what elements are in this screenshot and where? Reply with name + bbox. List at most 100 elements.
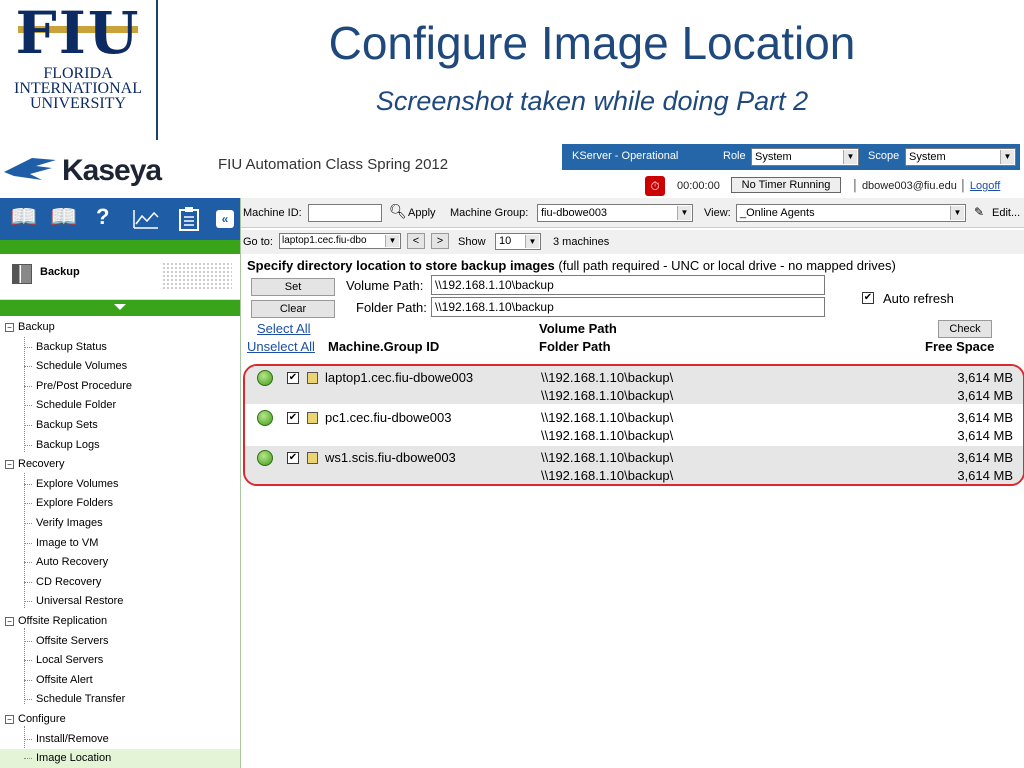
view-value: _Online Agents (740, 207, 815, 219)
auto-refresh-label: Auto refresh (883, 291, 954, 306)
tree-item[interactable]: Offsite Servers (0, 632, 240, 651)
tree-item[interactable]: Backup Sets (0, 416, 240, 435)
agent-icon (307, 452, 318, 464)
tree-item-label: Recovery (18, 458, 65, 471)
spec-title-note: (full path required - UNC or local drive… (554, 258, 896, 273)
tree-item[interactable]: Image Location (0, 749, 240, 768)
set-button[interactable]: Set (251, 278, 335, 296)
tree-item[interactable]: Backup Status (0, 338, 240, 357)
tree-item[interactable]: Universal Restore (0, 592, 240, 611)
tree-item[interactable]: − Backup (0, 318, 240, 337)
tree-item-label: Pre/Post Procedure (36, 379, 132, 392)
free-space-volume: 3,614 MB (957, 370, 1013, 385)
table-row[interactable]: ✔ laptop1.cec.fiu-dbowe003 \\192.168.1.1… (245, 366, 1023, 404)
goto-select[interactable]: laptop1.cec.fiu-dbo ▼ (279, 233, 401, 249)
module-expand-bar[interactable] (0, 300, 240, 316)
tree-item[interactable]: CD Recovery (0, 573, 240, 592)
collapse-toggle-icon[interactable]: − (5, 617, 14, 626)
tree-item-label: Offsite Alert (36, 673, 93, 686)
collapse-icon[interactable]: « (216, 210, 234, 228)
machine-id: ws1.scis.fiu-dbowe003 (325, 450, 456, 465)
tree-item[interactable]: Local Servers (0, 651, 240, 670)
filter-bar: Machine ID: 🔍︎ Apply Machine Group: fiu-… (241, 198, 1024, 228)
nav-toolbar: 📖 📖 ? « (0, 198, 240, 240)
collapse-toggle-icon[interactable]: − (5, 460, 14, 470)
select-all-link[interactable]: Select All (257, 321, 310, 336)
fiu-logo-mark: FIU (15, 0, 141, 67)
machine-group-value: fiu-dbowe003 (541, 207, 608, 219)
auto-refresh-checkbox[interactable]: ✔ (862, 292, 874, 304)
timer-icon[interactable]: ⏱ (645, 176, 665, 196)
table-row[interactable]: ✔ pc1.cec.fiu-dbowe003 \\192.168.1.10\ba… (245, 406, 1023, 444)
machine-id-input[interactable] (308, 204, 382, 222)
module-selector[interactable]: Backup (0, 254, 240, 300)
module-label: Backup (40, 266, 80, 278)
role-select[interactable]: System ▼ (751, 148, 859, 166)
folder-path-input[interactable] (431, 297, 825, 317)
row-checkbox[interactable]: ✔ (287, 412, 299, 424)
tree-item[interactable]: Explore Folders (0, 494, 240, 513)
tree-item[interactable]: Schedule Volumes (0, 357, 240, 376)
volume-path-header: Volume Path (539, 321, 617, 336)
apply-button[interactable]: Apply (408, 207, 436, 219)
kserver-status: KServer - Operational (572, 150, 679, 162)
view-select[interactable]: _Online Agents ▼ (736, 204, 966, 222)
class-title: FIU Automation Class Spring 2012 (218, 156, 449, 173)
free-space-folder: 3,614 MB (957, 428, 1013, 443)
free-space-volume: 3,614 MB (957, 410, 1013, 425)
tree-item[interactable]: Explore Volumes (0, 475, 240, 494)
search-icon: 🔍︎ (389, 203, 407, 219)
tree-item[interactable]: − Offsite Replication (0, 612, 240, 631)
folder-path: \\192.168.1.10\backup\ (541, 428, 674, 443)
book-add-icon[interactable]: 📖 (50, 204, 77, 230)
tree-item-label: Image to VM (36, 536, 99, 549)
kaseya-app: Kaseya FIU Automation Class Spring 2012 … (0, 142, 1024, 768)
volume-path-label: Volume Path: (346, 278, 424, 293)
tree-item[interactable]: Verify Images (0, 514, 240, 533)
no-timer-button[interactable]: No Timer Running (731, 177, 841, 193)
machine-group-select[interactable]: fiu-dbowe003 ▼ (537, 204, 693, 222)
tree-item[interactable]: Schedule Transfer (0, 690, 240, 709)
row-checkbox[interactable]: ✔ (287, 372, 299, 384)
tree-item[interactable]: Install/Remove (0, 730, 240, 749)
tree-item[interactable]: Backup Logs (0, 436, 240, 455)
table-row[interactable]: ✔ ws1.scis.fiu-dbowe003 \\192.168.1.10\b… (245, 446, 1023, 484)
tree-item[interactable]: Image to VM (0, 534, 240, 553)
fiu-logo: FIU FLORIDA INTERNATIONAL UNIVERSITY (0, 0, 158, 140)
tree-item-label: Backup Sets (36, 419, 98, 431)
tree-item[interactable]: Offsite Alert (0, 671, 240, 690)
book-icon[interactable]: 📖 (10, 204, 37, 230)
help-icon[interactable]: ? (96, 204, 109, 230)
tree-item-label: Configure (18, 713, 66, 725)
scope-select[interactable]: System ▼ (905, 148, 1016, 166)
clipboard-icon[interactable] (178, 206, 200, 232)
agent-online-icon (257, 450, 273, 466)
machine-id-label: Machine ID: (243, 207, 302, 219)
prev-page-button[interactable]: < (407, 233, 425, 249)
tree-item-label: Local Servers (36, 654, 104, 667)
unselect-all-link[interactable]: Unselect All (247, 339, 315, 354)
scope-value: System (909, 151, 946, 163)
tree-item-label: Install/Remove (36, 732, 109, 745)
clear-button[interactable]: Clear (251, 300, 335, 318)
logoff-link[interactable]: Logoff (970, 180, 1000, 192)
volume-path: \\192.168.1.10\backup\ (541, 410, 674, 425)
row-checkbox[interactable]: ✔ (287, 452, 299, 464)
edit-button[interactable]: Edit... (992, 207, 1020, 219)
chart-icon[interactable] (132, 208, 160, 230)
chevron-down-icon: ▼ (950, 206, 964, 220)
volume-path-input[interactable] (431, 275, 825, 295)
collapse-toggle-icon[interactable]: − (5, 715, 14, 724)
show-select[interactable]: 10 ▼ (495, 233, 541, 250)
tree-item[interactable]: Auto Recovery (0, 553, 240, 572)
tree-item[interactable]: − Configure (0, 710, 240, 729)
tree-item[interactable]: − Recovery (0, 455, 240, 474)
check-button[interactable]: Check (938, 320, 992, 338)
next-page-button[interactable]: > (431, 233, 449, 249)
folder-path-label: Folder Path: (356, 300, 427, 315)
collapse-toggle-icon[interactable]: − (5, 323, 14, 332)
tree-item-label: Schedule Folder (36, 399, 117, 412)
tree-item[interactable]: Schedule Folder (0, 396, 240, 415)
tree-item-label: Schedule Volumes (36, 360, 128, 373)
tree-item[interactable]: Pre/Post Procedure (0, 377, 240, 396)
